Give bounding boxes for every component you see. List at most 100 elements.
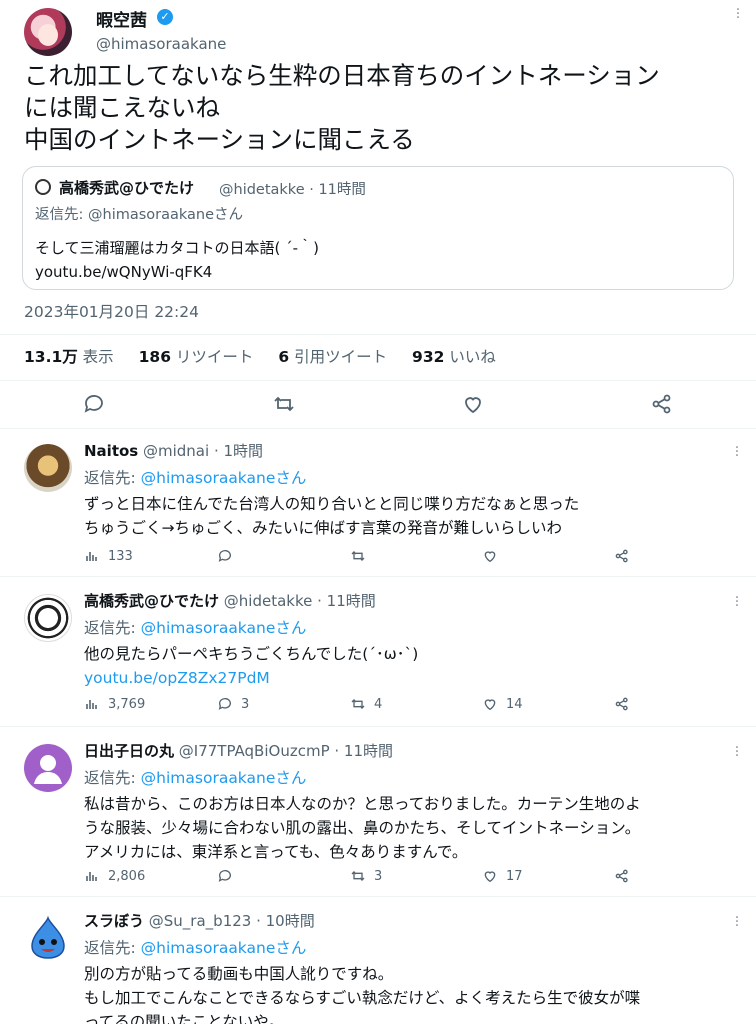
retweet-button[interactable] bbox=[350, 548, 374, 564]
author-name[interactable]: 暇空茜 bbox=[96, 6, 147, 31]
reply-icon[interactable] bbox=[82, 392, 106, 416]
reply-mention[interactable]: @himasoraakaneさん bbox=[141, 469, 307, 487]
retweet-button[interactable]: 3 bbox=[350, 868, 382, 884]
like-button[interactable]: 14 bbox=[482, 696, 523, 712]
more-icon[interactable]: · · · bbox=[735, 3, 741, 25]
reply-button[interactable] bbox=[217, 868, 241, 884]
avatar[interactable] bbox=[24, 8, 72, 56]
reply-header: 高橋秀武@ひでたけ @hidetakke · 11時間 bbox=[84, 590, 376, 611]
tweet-text-line: には聞こえないね bbox=[24, 93, 220, 122]
share-button[interactable] bbox=[614, 548, 630, 564]
reply-prefix: 返信先: bbox=[84, 769, 141, 787]
verified-icon: ✓ bbox=[157, 9, 173, 25]
retweet-count: 3 bbox=[374, 868, 383, 884]
share-button[interactable] bbox=[614, 696, 630, 712]
share-button[interactable] bbox=[614, 868, 630, 884]
more-icon[interactable]: · · · bbox=[734, 741, 740, 763]
tweet-text-line: 中国のイントネーションに聞こえる bbox=[24, 125, 415, 154]
retweet-icon bbox=[351, 871, 365, 881]
tweet-text-line: これ加工してないなら生粋の日本育ちのイントネーション bbox=[24, 61, 660, 90]
tweet-text: これ加工してないなら生粋の日本育ちのイントネーション には聞こえないね 中国のイ… bbox=[24, 60, 660, 156]
views-button[interactable]: 133 bbox=[84, 548, 133, 564]
quoted-meta: @hidetakke · 11時間 bbox=[219, 182, 366, 198]
like-button[interactable] bbox=[482, 548, 506, 564]
reply-prefix: 返信先: bbox=[84, 619, 141, 637]
like-button[interactable]: 17 bbox=[482, 868, 523, 884]
more-icon[interactable]: · · · bbox=[734, 911, 740, 933]
views-stat: 13.1万 表示 bbox=[24, 348, 114, 366]
views-count: 2,806 bbox=[108, 868, 146, 884]
share-icon bbox=[615, 697, 628, 711]
reply-tweet[interactable]: 日出子日の丸 @I77TPAqBiOuzcmP · 11時間 · · · 返信先: … bbox=[0, 734, 756, 894]
reply-text: ずっと日本に住んでた台湾人の知り合いとと同じ喋り方だなぁと思った ちゅうごく→ち… bbox=[84, 492, 579, 540]
quoted-tweet[interactable]: 高橋秀武@ひでたけ @hidetakke · 11時間 返信先: @himaso… bbox=[22, 166, 734, 290]
author-name[interactable]: 日出子日の丸 bbox=[84, 742, 174, 760]
reply-mention[interactable]: @himasoraakaneさん bbox=[141, 769, 307, 787]
views-count: 133 bbox=[108, 548, 133, 564]
likes-stat[interactable]: 932 いいね bbox=[412, 348, 496, 366]
author-name[interactable]: スラぼう bbox=[84, 912, 144, 930]
divider bbox=[0, 726, 756, 727]
reply-icon bbox=[218, 870, 231, 882]
retweet-button[interactable]: 4 bbox=[350, 696, 382, 712]
reply-tweet[interactable]: 高橋秀武@ひでたけ @hidetakke · 11時間 · · · 返信先: @hi… bbox=[0, 584, 756, 724]
reply-text: 私は昔から、このお方は日本人なのか？と思っておりました。カーテン生地のよ うな服… bbox=[84, 792, 641, 864]
reply-header: スラぼう @Su_ra_b123 · 10時間 bbox=[84, 910, 315, 931]
reply-prefix: 返信先: bbox=[35, 207, 88, 223]
slime-icon bbox=[31, 915, 65, 959]
retweet-icon[interactable] bbox=[272, 392, 296, 416]
retweets-stat[interactable]: 186 リツイート bbox=[139, 348, 254, 366]
reply-icon bbox=[218, 550, 231, 562]
reply-text-line: もし加工でこんなことできるならすごい執念だけど、よく考えたら生で彼女が喋 bbox=[84, 989, 641, 1007]
divider bbox=[0, 576, 756, 577]
avatar[interactable] bbox=[24, 914, 72, 962]
author-meta: @I77TPAqBiOuzcmP · 11時間 bbox=[174, 742, 394, 760]
divider bbox=[0, 334, 756, 335]
like-icon bbox=[484, 699, 496, 711]
quoted-link: youtu.be/wQNyWi-qFK4 bbox=[35, 263, 213, 281]
retweet-count: 4 bbox=[374, 696, 383, 712]
views-button[interactable]: 2,806 bbox=[84, 868, 145, 884]
views-count: 3,769 bbox=[108, 696, 146, 712]
views-button[interactable]: 3,769 bbox=[84, 696, 145, 712]
quoted-reply-to: 返信先: @himasoraakaneさん bbox=[35, 203, 243, 224]
reply-button[interactable]: 3 bbox=[217, 696, 249, 712]
author-handle[interactable]: @himasoraakane bbox=[96, 35, 226, 53]
avatar[interactable] bbox=[24, 444, 72, 492]
reply-to: 返信先: @himasoraakaneさん bbox=[84, 466, 306, 488]
reply-text: 別の方が貼ってる動画も中国人訛りですね。 もし加工でこんなことできるならすごい執… bbox=[84, 962, 640, 1024]
timestamp[interactable]: 2023年01月20日 22:24 bbox=[24, 300, 199, 322]
reply-mention: @himasoraakaneさん bbox=[88, 207, 244, 223]
main-tweet: 暇空茜 ✓ @himasoraakane · · · これ加工してないなら生粋の日本… bbox=[0, 0, 756, 430]
views-icon bbox=[86, 872, 97, 881]
quoted-text: そして三浦瑠麗はカタコトの日本語( ´-｀) bbox=[35, 239, 319, 257]
reply-link[interactable]: youtu.be/opZ8Zx27PdM bbox=[84, 666, 418, 690]
avatar[interactable] bbox=[24, 744, 72, 792]
author-meta: @Su_ra_b123 · 10時間 bbox=[144, 912, 315, 930]
reply-text-line: ちゅうごく→ちゅごく、みたいに伸ばす言葉の発音が難しいらしいわ bbox=[84, 519, 562, 537]
reply-button[interactable] bbox=[217, 548, 241, 564]
reply-text-line: 私は昔から、このお方は日本人なのか？と思っておりました。カーテン生地のよ bbox=[84, 795, 641, 813]
reply-mention[interactable]: @himasoraakaneさん bbox=[141, 619, 307, 637]
author-name[interactable]: 高橋秀武@ひでたけ bbox=[84, 592, 219, 610]
quotes-stat[interactable]: 6 引用ツイート bbox=[278, 348, 387, 366]
share-icon bbox=[615, 549, 628, 563]
reply-text-line: ってるの聞いたことないや。 bbox=[84, 1013, 285, 1024]
like-icon[interactable] bbox=[461, 392, 485, 416]
share-icon[interactable] bbox=[650, 392, 674, 416]
more-icon[interactable]: · · · bbox=[734, 591, 740, 613]
reply-mention[interactable]: @himasoraakaneさん bbox=[141, 939, 307, 957]
reply-text-line: うな服装、少々場に合わない肌の露出、鼻のかたち、そしてイントネーション。 bbox=[84, 819, 641, 837]
reply-to: 返信先: @himasoraakaneさん bbox=[84, 766, 306, 788]
avatar[interactable] bbox=[24, 594, 72, 642]
reply-tweet[interactable]: Naitos @midnai · 1時間 · · · 返信先: @himasoraa… bbox=[0, 434, 756, 574]
like-icon bbox=[484, 871, 496, 883]
more-icon[interactable]: · · · bbox=[734, 441, 740, 463]
reply-prefix: 返信先: bbox=[84, 939, 141, 957]
reply-to: 返信先: @himasoraakaneさん bbox=[84, 616, 306, 638]
like-count: 14 bbox=[506, 696, 523, 712]
reply-tweet[interactable]: スラぼう @Su_ra_b123 · 10時間 · · · 返信先: @himaso… bbox=[0, 904, 756, 1024]
reply-icon bbox=[218, 698, 231, 710]
author-name[interactable]: Naitos bbox=[84, 442, 138, 460]
reply-to: 返信先: @himasoraakaneさん bbox=[84, 936, 306, 958]
